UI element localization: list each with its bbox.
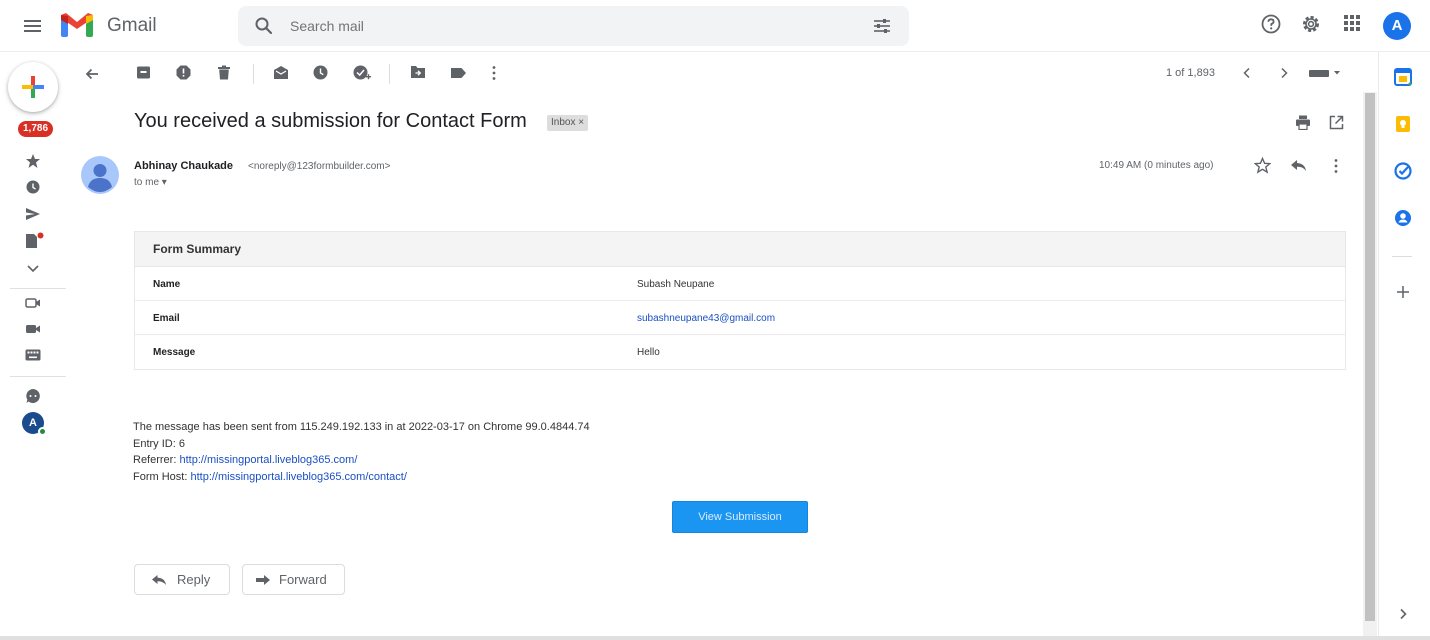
- gmail-logo-icon[interactable]: [60, 12, 94, 38]
- show-side-panel-chevron-icon[interactable]: [1398, 608, 1408, 620]
- tasks-check-icon[interactable]: [1394, 162, 1412, 180]
- back-arrow-icon[interactable]: [84, 66, 100, 82]
- toolbar-separator: [253, 64, 254, 84]
- side-panel-divider: [1392, 256, 1412, 257]
- side-panel-border: [1378, 52, 1379, 640]
- snoozed-clock-icon[interactable]: [26, 180, 40, 194]
- older-chevron-right-icon[interactable]: [1279, 67, 1289, 79]
- compose-plus-icon: [22, 76, 44, 98]
- search-bar[interactable]: [238, 6, 909, 46]
- meet-new-meeting-icon[interactable]: [25, 296, 41, 310]
- snooze-clock-icon[interactable]: [313, 65, 328, 80]
- meet-video-icon[interactable]: [25, 322, 41, 336]
- recipient-details-toggle[interactable]: to me ▾: [134, 177, 167, 188]
- email-subject: You received a submission for Contact Fo…: [134, 110, 527, 132]
- default-person-icon: [81, 156, 119, 194]
- search-input[interactable]: [290, 15, 850, 37]
- reply-button[interactable]: Reply: [134, 564, 230, 595]
- main-menu-icon[interactable]: [20, 14, 46, 38]
- reply-arrow-icon[interactable]: [1290, 159, 1307, 172]
- calendar-icon[interactable]: [1394, 68, 1412, 86]
- pagination-count: 1 of 1,893: [1166, 67, 1215, 79]
- view-submission-button[interactable]: View Submission: [672, 501, 808, 533]
- email-link[interactable]: subashneupane43@gmail.com: [637, 313, 775, 324]
- newer-chevron-left-icon[interactable]: [1242, 67, 1252, 79]
- compose-button[interactable]: [8, 62, 58, 112]
- form-summary-title: Form Summary: [135, 232, 1345, 267]
- referrer-label: Referrer:: [133, 454, 177, 466]
- mark-unread-icon[interactable]: [273, 65, 289, 80]
- message-timestamp: 10:49 AM (0 minutes ago): [1099, 160, 1214, 171]
- delete-trash-icon[interactable]: [217, 65, 231, 80]
- row-label: Message: [153, 347, 196, 358]
- help-icon[interactable]: [1260, 13, 1282, 35]
- sender-avatar[interactable]: [81, 156, 119, 194]
- sent-info-text: The message has been sent from 115.249.1…: [133, 421, 590, 433]
- chat-avatar-initial: A: [29, 417, 37, 429]
- reply-arrow-icon: [152, 575, 166, 585]
- chat-bubble-icon[interactable]: [25, 388, 41, 404]
- search-icon[interactable]: [254, 16, 274, 36]
- message-more-options-icon[interactable]: [1333, 158, 1339, 174]
- keep-notes-icon[interactable]: [1394, 115, 1412, 133]
- row-value: Hello: [637, 347, 660, 358]
- top-bar: Gmail Search mail A: [0, 0, 1430, 52]
- sender-name[interactable]: Abhinay Chaukade: [134, 160, 233, 172]
- gmail-window: Gmail Search mail A 1,786 A 1 of 1,893 Y…: [0, 0, 1430, 640]
- toolbar-separator: [389, 64, 390, 84]
- table-row: Name Subash Neupane: [135, 267, 1345, 301]
- label-tag-icon[interactable]: [450, 67, 467, 79]
- window-bottom-edge: [0, 636, 1430, 640]
- forward-label: Forward: [279, 572, 327, 587]
- rail-divider: [10, 288, 66, 289]
- row-label: Name: [153, 279, 181, 290]
- search-options-icon[interactable]: [873, 17, 891, 35]
- forward-button[interactable]: Forward: [242, 564, 345, 595]
- print-icon[interactable]: [1295, 115, 1311, 130]
- get-addons-plus-icon[interactable]: [1396, 285, 1410, 299]
- drafts-icon[interactable]: [25, 232, 45, 250]
- more-options-vertical-icon[interactable]: [491, 65, 497, 81]
- form-summary-table: Form Summary Name Subash Neupane Email s…: [134, 231, 1346, 370]
- form-host-line: Form Host: http://missingportal.liveblog…: [133, 471, 407, 483]
- app-title: Gmail: [107, 15, 157, 36]
- table-row: Email subashneupane43@gmail.com: [135, 301, 1345, 335]
- reply-label: Reply: [177, 572, 211, 587]
- referrer-link[interactable]: http://missingportal.liveblog365.com/: [179, 454, 357, 466]
- row-label: Email: [153, 313, 180, 324]
- form-host-link[interactable]: http://missingportal.liveblog365.com/con…: [190, 471, 406, 483]
- online-status-dot: [38, 427, 47, 436]
- input-tools-keyboard-icon[interactable]: [1309, 68, 1343, 78]
- form-host-label: Form Host:: [133, 471, 188, 483]
- referrer-line: Referrer: http://missingportal.liveblog3…: [133, 454, 357, 466]
- archive-icon[interactable]: [136, 65, 151, 80]
- message-scrollbar-thumb[interactable]: [1365, 93, 1375, 621]
- sender-email: <noreply@123formbuilder.com>: [248, 161, 391, 172]
- sent-icon[interactable]: [25, 207, 41, 221]
- rail-divider: [10, 376, 66, 377]
- settings-gear-icon[interactable]: [1300, 13, 1322, 35]
- star-outline-icon[interactable]: [1254, 157, 1271, 174]
- table-row: Message Hello: [135, 335, 1345, 369]
- apps-grid-icon[interactable]: [1342, 13, 1362, 33]
- join-meeting-keyboard-icon[interactable]: [25, 349, 41, 361]
- add-to-tasks-icon[interactable]: [353, 65, 371, 81]
- row-value: Subash Neupane: [637, 279, 715, 290]
- contacts-person-icon[interactable]: [1394, 209, 1412, 227]
- starred-icon[interactable]: [25, 153, 41, 169]
- chat-status-avatar[interactable]: A: [22, 412, 47, 436]
- unread-count-badge: 1,786: [18, 121, 54, 137]
- move-to-folder-icon[interactable]: [410, 65, 426, 79]
- open-in-new-window-icon[interactable]: [1329, 115, 1344, 130]
- entry-id-text: Entry ID: 6: [133, 438, 185, 450]
- more-chevron-down-icon[interactable]: [26, 264, 40, 274]
- report-spam-icon[interactable]: [176, 65, 191, 80]
- inbox-label-chip[interactable]: Inbox ×: [547, 115, 589, 131]
- account-avatar[interactable]: A: [1383, 12, 1411, 40]
- forward-arrow-icon: [256, 575, 270, 585]
